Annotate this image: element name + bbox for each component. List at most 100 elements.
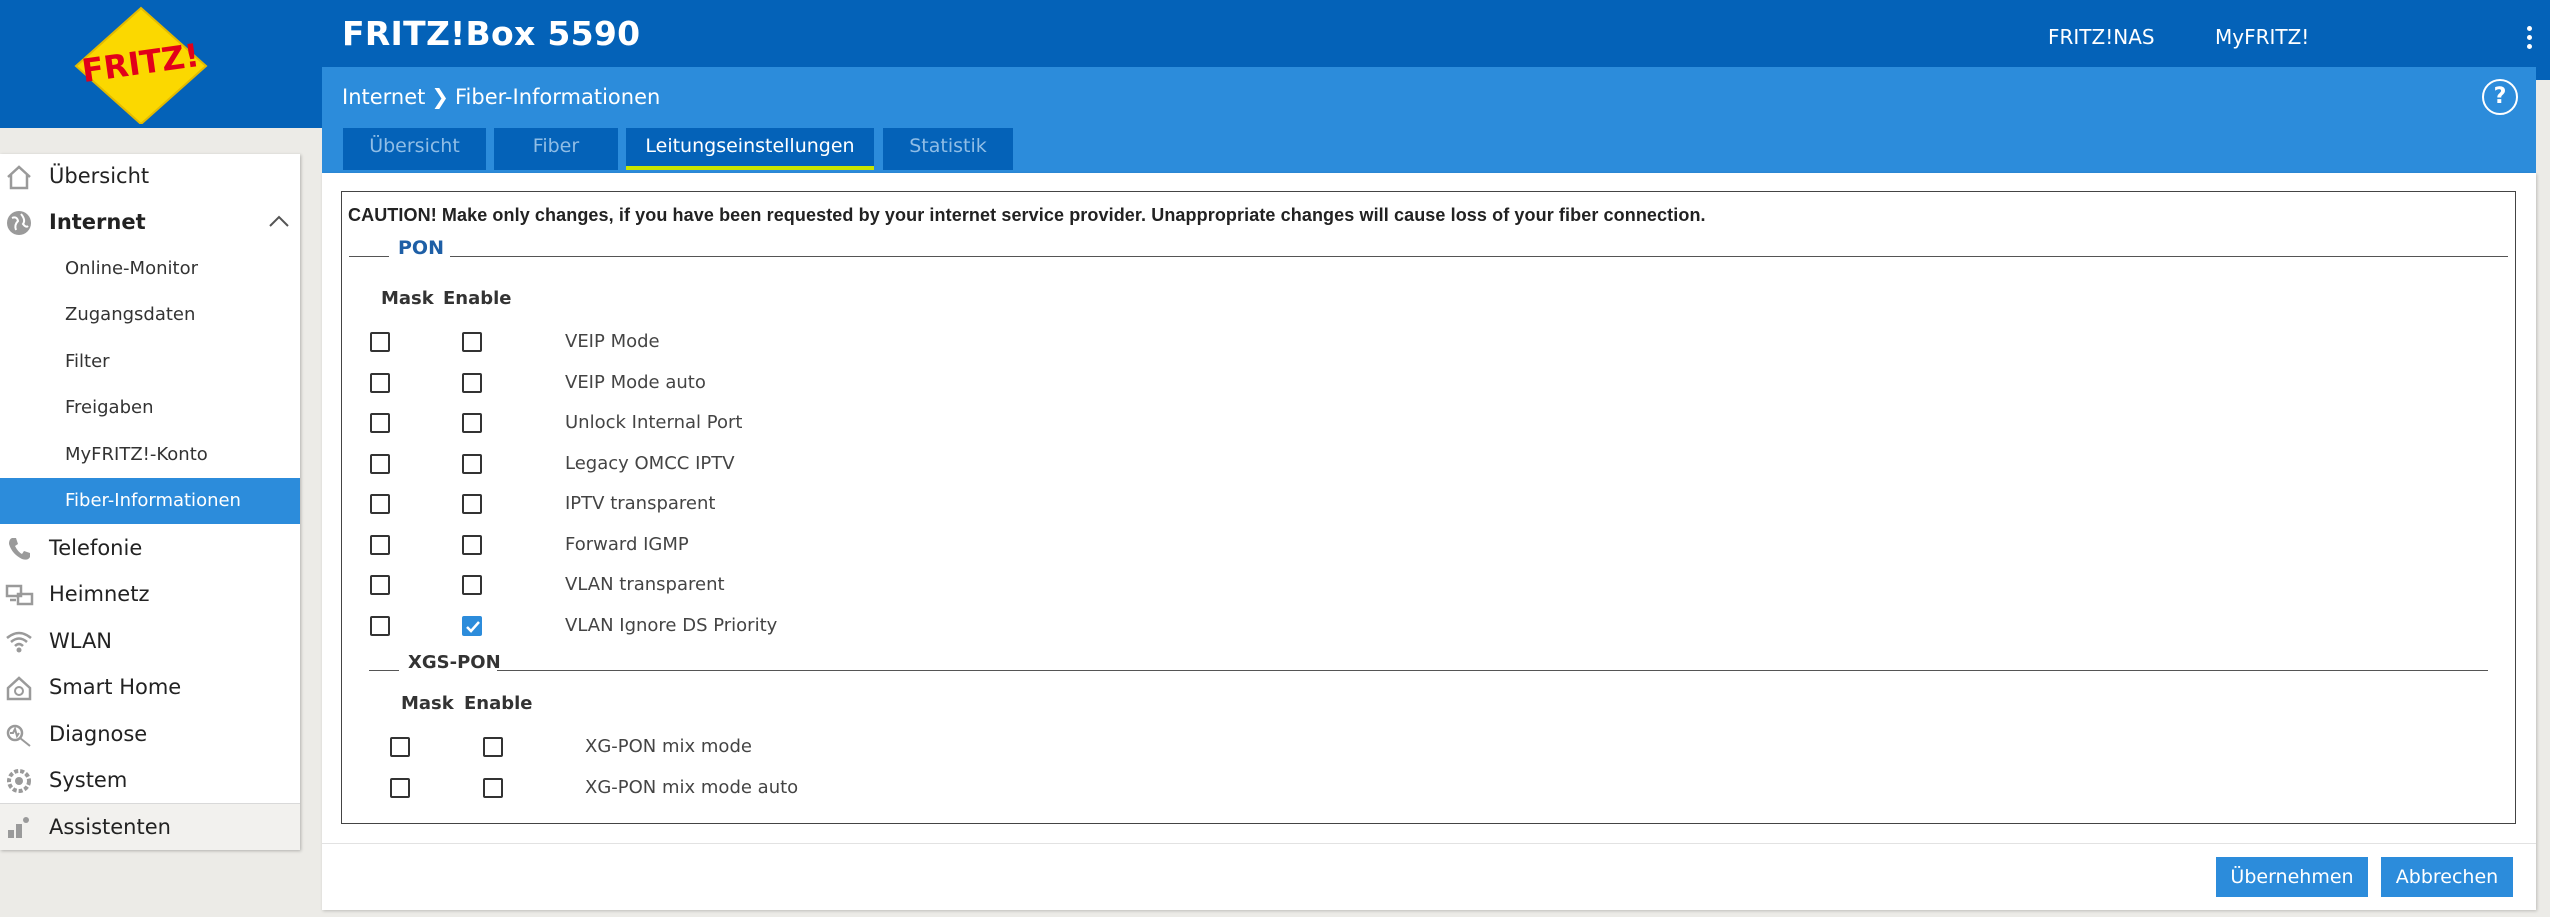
pon-mask-header: Mask [381,288,434,309]
home-icon [7,165,31,190]
pon-mask-checkbox[interactable] [370,616,390,636]
xgspon-option-label: XG-PON mix mode auto [585,777,799,798]
sidebar-item-label: Diagnose [49,722,148,746]
sidebar-item-label: Heimnetz [49,582,150,606]
pon-option-label: Legacy OMCC IPTV [565,453,735,474]
smart-home-icon [6,676,32,701]
pon-mask-checkbox[interactable] [370,535,390,555]
sidebar-subitem-label: Fiber-Informationen [65,490,241,511]
sidebar-item-label: Assistenten [49,815,171,839]
sidebar-item-telefonie[interactable]: Telefonie [0,526,300,570]
xgspon-option-label: XG-PON mix mode [585,736,752,757]
checkmark-icon [466,621,480,633]
breadcrumb: Internet ❯ Fiber-Informationen [342,85,660,109]
pon-option-label: VLAN Ignore DS Priority [565,615,778,636]
sidebar-item-label: WLAN [49,629,113,653]
sidebar-item-heimnetz[interactable]: Heimnetz [0,572,300,616]
section-divider [349,256,389,257]
pon-section-title: PON [398,237,444,259]
fritz-logo[interactable]: FRITZ! [66,6,216,124]
section-divider [497,670,2488,671]
sidebar-item-wlan[interactable]: WLAN [0,619,300,663]
xgspon-mask-header: Mask [401,693,454,714]
header-gap [0,128,322,154]
network-icon [5,584,34,606]
sidebar-item-assistenten[interactable]: Assistenten [0,804,300,850]
sidebar-subitem-freigaben[interactable]: Freigaben [0,385,300,429]
pon-enable-checkbox-checked[interactable] [462,616,482,636]
chevron-up-icon[interactable] [268,214,290,228]
pon-option-label: VLAN transparent [565,574,725,595]
pon-enable-checkbox[interactable] [462,413,482,433]
tab-fiber[interactable]: Fiber [494,128,618,170]
sidebar-item-internet[interactable]: Internet [0,200,300,244]
assistant-icon [8,817,29,838]
pon-mask-checkbox[interactable] [370,494,390,514]
sidebar-subitem-myfritz-konto[interactable]: MyFRITZ!-Konto [0,432,300,476]
sidebar-subitem-label: Freigaben [65,397,154,418]
sidebar-item-label: Smart Home [49,675,182,699]
help-icon[interactable]: ? [2482,79,2518,115]
breadcrumb-parent[interactable]: Internet [342,85,425,109]
sidebar-item-label: Übersicht [49,164,150,188]
sidebar-subitem-label: MyFRITZ!-Konto [65,444,208,465]
caution-text: CAUTION! Make only changes, if you have … [348,205,1706,225]
pon-option-label: VEIP Mode auto [565,372,706,393]
sidebar-subitem-zugangsdaten[interactable]: Zugangsdaten [0,292,300,336]
fritz-nas-link[interactable]: FRITZ!NAS [2048,25,2155,49]
section-divider [369,670,399,671]
sidebar-subitem-label: Zugangsdaten [65,304,196,325]
system-icon [7,769,31,793]
pon-mask-checkbox[interactable] [370,373,390,393]
xgspon-section-title: XGS-PON [408,652,501,673]
pon-enable-checkbox[interactable] [462,535,482,555]
tab-uebersicht[interactable]: Übersicht [343,128,486,170]
sidebar-item-uebersicht[interactable]: Übersicht [0,154,300,198]
pon-mask-checkbox[interactable] [370,454,390,474]
sidebar-item-system[interactable]: System [0,758,300,802]
sidebar-subitem-fiber-informationen[interactable]: Fiber-Informationen [0,478,300,524]
diagnose-icon [6,724,31,747]
tab-leitungseinstellungen[interactable]: Leitungseinstellungen [626,128,874,170]
xgspon-mask-checkbox[interactable] [390,737,410,757]
phone-icon [9,538,30,560]
sidebar-subitem-online-monitor[interactable]: Online-Monitor [0,246,300,290]
pon-mask-checkbox[interactable] [370,332,390,352]
sidebar-item-smart-home[interactable]: Smart Home [0,665,300,709]
breadcrumb-chevron-icon: ❯ [431,85,449,109]
sidebar-subitem-label: Filter [65,351,110,372]
wifi-icon [6,631,32,653]
breadcrumb-current: Fiber-Informationen [455,85,661,109]
sidebar-subitem-filter[interactable]: Filter [0,339,300,383]
sidebar-subitem-label: Online-Monitor [65,258,198,279]
section-divider [450,256,2508,257]
pon-enable-checkbox[interactable] [462,494,482,514]
pon-enable-checkbox[interactable] [462,454,482,474]
myfritz-link[interactable]: MyFRITZ! [2215,25,2309,49]
pon-mask-checkbox[interactable] [370,413,390,433]
apply-button[interactable]: Übernehmen [2216,857,2368,897]
sidebar: Übersicht Internet Online-Monitor Zugang… [0,154,300,850]
sidebar-item-label: Telefonie [49,536,143,560]
pon-option-label: Unlock Internal Port [565,412,743,433]
xgspon-enable-checkbox[interactable] [483,737,503,757]
product-title: FRITZ!Box 5590 [342,14,641,53]
pon-enable-checkbox[interactable] [462,332,482,352]
sidebar-item-diagnose[interactable]: Diagnose [0,712,300,756]
cancel-button[interactable]: Abbrechen [2381,857,2513,897]
pon-option-label: IPTV transparent [565,493,716,514]
footer-divider [322,843,2536,844]
sidebar-item-label: Internet [49,210,146,234]
pon-option-label: VEIP Mode [565,331,660,352]
pon-enable-checkbox[interactable] [462,373,482,393]
pon-enable-checkbox[interactable] [462,575,482,595]
pon-option-label: Forward IGMP [565,534,689,555]
xgspon-enable-checkbox[interactable] [483,778,503,798]
tab-statistik[interactable]: Statistik [883,128,1013,170]
xgspon-enable-header: Enable [464,693,533,714]
globe-icon [7,211,31,235]
more-menu-icon[interactable] [2524,26,2534,56]
xgspon-mask-checkbox[interactable] [390,778,410,798]
pon-mask-checkbox[interactable] [370,575,390,595]
pon-enable-header: Enable [443,288,512,309]
